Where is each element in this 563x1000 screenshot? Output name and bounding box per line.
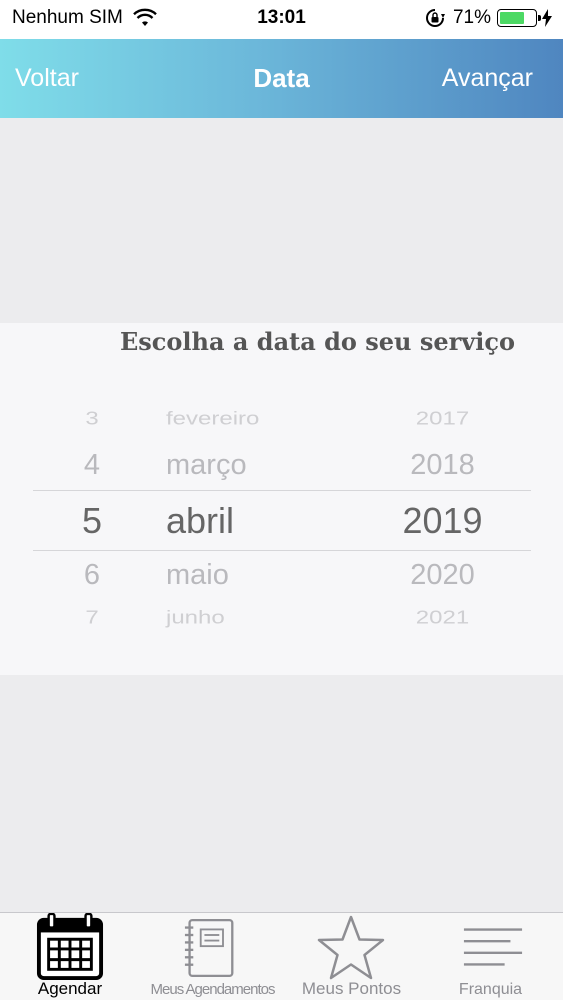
status-right: 71% (425, 7, 553, 29)
date-picker-panel: Escolha a data do seu serviço 3 4 5 6 7 … (0, 323, 563, 675)
year-option[interactable]: 2020 (380, 559, 505, 592)
day-wheel[interactable]: 3 4 5 6 7 (52, 323, 132, 675)
tab-meus-pontos[interactable]: Meus Pontos (285, 913, 418, 1000)
star-icon (317, 915, 385, 980)
year-option[interactable]: 2021 (380, 608, 505, 629)
month-option[interactable]: fevereiro (140, 409, 285, 430)
month-option-selected[interactable]: abril (140, 500, 285, 542)
year-option[interactable]: 2018 (380, 449, 505, 482)
day-option[interactable]: 6 (52, 559, 132, 592)
calendar-icon (36, 913, 104, 981)
year-wheel[interactable]: 2017 2018 2019 2020 2021 (380, 323, 505, 675)
tab-meus-pontos-label: Meus Pontos (301, 979, 402, 998)
tab-bar: Agendar Meus Agendamentos Meus Pontos Fr… (0, 912, 563, 1000)
tab-meus-agendamentos-label: Meus Agendamentos (150, 981, 276, 998)
charging-bolt-icon (542, 9, 552, 27)
next-button[interactable]: Avançar (442, 64, 533, 93)
month-option[interactable]: junho (140, 608, 285, 629)
menu-lines-icon (463, 928, 523, 966)
day-option[interactable]: 3 (52, 409, 132, 430)
tab-franquia-label: Franquia (458, 981, 523, 998)
tab-franquia[interactable]: Franquia (418, 913, 563, 1000)
battery-icon (497, 9, 541, 27)
notebook-icon (184, 918, 234, 978)
tab-agendar[interactable]: Agendar (0, 913, 140, 1000)
navigation-bar: Voltar Data Avançar (0, 39, 563, 118)
month-option[interactable]: maio (140, 559, 285, 592)
year-option[interactable]: 2017 (380, 409, 505, 430)
tab-agendar-label: Agendar (37, 979, 103, 998)
orientation-lock-icon (426, 9, 445, 27)
battery-percent: 71% (452, 7, 491, 28)
day-option[interactable]: 7 (52, 608, 132, 629)
day-option[interactable]: 4 (52, 449, 132, 482)
status-bar: Nenhum SIM 13:01 71% (0, 0, 563, 39)
battery-nub (538, 15, 541, 21)
day-option-selected[interactable]: 5 (52, 500, 132, 542)
month-wheel[interactable]: fevereiro março abril maio junho (140, 323, 285, 675)
year-option-selected[interactable]: 2019 (380, 500, 505, 542)
battery-fill (500, 12, 525, 24)
month-option[interactable]: março (140, 449, 285, 482)
tab-meus-agendamentos[interactable]: Meus Agendamentos (140, 913, 285, 1000)
